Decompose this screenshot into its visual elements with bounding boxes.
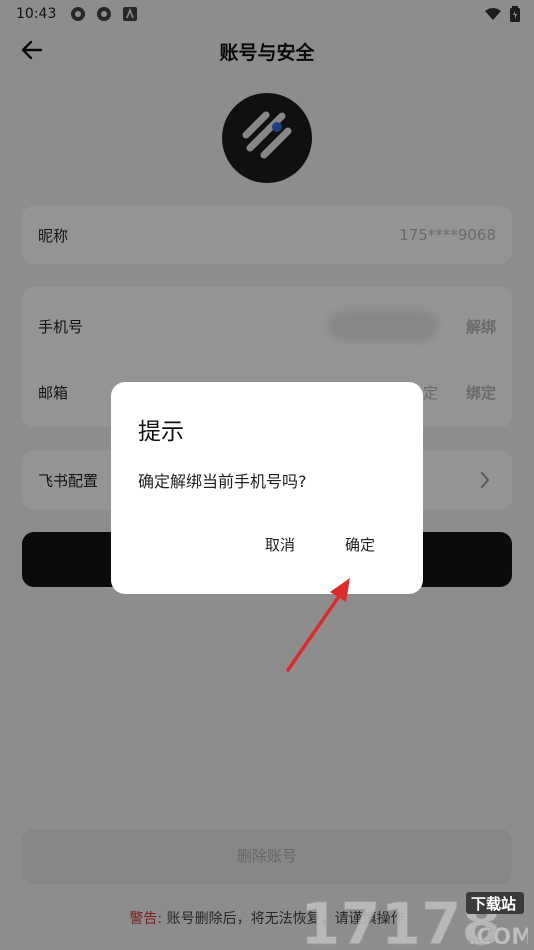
- confirm-button[interactable]: 确定: [339, 530, 381, 559]
- annotation-arrow-icon: [286, 578, 350, 672]
- cancel-button[interactable]: 取消: [259, 530, 301, 559]
- dialog-message: 确定解绑当前手机号吗?: [138, 472, 307, 491]
- unbind-confirm-dialog: 提示 确定解绑当前手机号吗? 取消 确定: [111, 382, 423, 594]
- dialog-title: 提示: [138, 419, 184, 445]
- watermark-logo: 17178 下载站 .COM: [298, 890, 534, 950]
- watermark-site-label: 下载站: [471, 895, 516, 913]
- watermark-domain: .COM: [468, 925, 528, 948]
